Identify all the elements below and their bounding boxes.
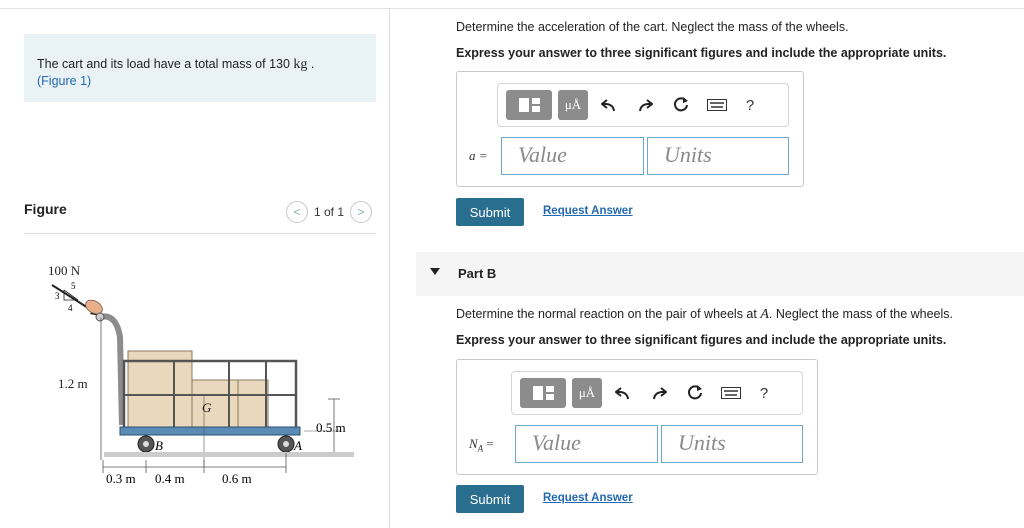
part-b-question-text: Determine the normal reaction on the pai… <box>456 307 761 321</box>
part-a-var-label: a = <box>469 148 488 163</box>
height-label: 1.2 m <box>58 376 88 391</box>
next-figure-button[interactable]: > <box>350 201 372 223</box>
part-b-question-text-end: . Neglect the mass of the wheels. <box>768 307 954 321</box>
dim-label-2: 0.4 m <box>155 471 185 486</box>
box-1 <box>127 350 193 430</box>
part-a-answer-box: μÅ ? a = Value Units <box>456 71 804 187</box>
reset-icon[interactable] <box>680 378 710 408</box>
keyboard-icon[interactable] <box>702 90 732 120</box>
part-b-title: Part B <box>458 266 497 281</box>
help-button[interactable]: ? <box>738 97 762 114</box>
right-panel: Determine the acceleration of the cart. … <box>390 0 1024 528</box>
part-b-units-input[interactable]: Units <box>661 425 803 463</box>
slope-5: 5 <box>71 281 76 291</box>
cart-diagram: 100 N 3 4 5 1.2 m G B A 0.5 m 0.3 m 0.4 … <box>48 263 354 486</box>
point-b-label: B <box>155 438 163 453</box>
pager-text: 1 of 1 <box>313 205 344 219</box>
slope-3: 3 <box>55 291 60 301</box>
part-a-submit-button[interactable]: Submit <box>456 198 524 226</box>
part-b-var-eq: = <box>483 436 494 451</box>
figure-pager: < 1 of 1 > <box>285 201 372 223</box>
part-b-question-point: A <box>760 307 769 322</box>
units-button[interactable]: μÅ <box>572 378 602 408</box>
part-b-request-answer-link[interactable]: Request Answer <box>543 492 633 504</box>
part-b-instruction: Express your answer to three significant… <box>456 333 947 347</box>
redo-icon[interactable] <box>644 378 674 408</box>
part-b-value-input[interactable]: Value <box>515 425 658 463</box>
cart-base <box>119 426 301 436</box>
problem-text: The cart and its load have a total mass … <box>37 57 294 71</box>
figure-header: Figure < 1 of 1 > <box>24 200 376 234</box>
part-b-submit-button[interactable]: Submit <box>456 485 524 513</box>
collapse-caret-icon[interactable] <box>430 268 440 275</box>
templates-icon[interactable] <box>506 90 552 120</box>
figure-title: Figure <box>24 201 67 217</box>
units-button[interactable]: μÅ <box>558 90 588 120</box>
ground <box>104 452 354 457</box>
clearance-label: 0.5 m <box>316 420 346 435</box>
templates-icon[interactable] <box>520 378 566 408</box>
problem-text-end: . <box>307 57 315 71</box>
part-a-toolbar: μÅ ? <box>497 83 789 127</box>
box-3 <box>237 379 269 430</box>
slope-4: 4 <box>68 303 73 313</box>
cart-figure: 100 N 3 4 5 1.2 m G B A 0.5 m 0.3 m 0.4 … <box>24 255 376 495</box>
part-b-var-main: N <box>469 436 478 451</box>
part-b-answer-box: μÅ ? NA = Value Units <box>456 359 818 475</box>
handle-grip <box>95 312 105 322</box>
part-a-units-input[interactable]: Units <box>647 137 789 175</box>
part-a-value-input[interactable]: Value <box>501 137 644 175</box>
box-2 <box>191 379 239 430</box>
left-panel: The cart and its load have a total mass … <box>0 0 390 528</box>
wheel-a-hub <box>283 441 289 447</box>
mass-unit: kg <box>293 57 308 72</box>
reset-icon[interactable] <box>666 90 696 120</box>
force-label: 100 N <box>48 263 81 278</box>
dim-label-3: 0.6 m <box>222 471 252 486</box>
point-g-label: G <box>202 400 212 415</box>
figure-link[interactable]: (Figure 1) <box>37 74 91 88</box>
part-b-var-label: NA = <box>469 436 494 454</box>
part-a-request-answer-link[interactable]: Request Answer <box>543 205 633 217</box>
help-button[interactable]: ? <box>752 385 776 402</box>
undo-icon[interactable] <box>594 90 624 120</box>
wheel-b-hub <box>143 441 149 447</box>
prev-figure-button[interactable]: < <box>285 201 308 223</box>
part-a-instruction: Express your answer to three significant… <box>456 46 947 60</box>
part-a-question: Determine the acceleration of the cart. … <box>456 20 849 34</box>
dim-label-1: 0.3 m <box>106 471 136 486</box>
undo-icon[interactable] <box>608 378 638 408</box>
part-b-toolbar: μÅ ? <box>511 371 803 415</box>
part-b-question: Determine the normal reaction on the pai… <box>456 307 953 323</box>
problem-statement: The cart and its load have a total mass … <box>24 34 376 102</box>
keyboard-icon[interactable] <box>716 378 746 408</box>
part-b-header[interactable]: Part B <box>416 252 1024 296</box>
point-a-label: A <box>293 438 302 453</box>
cart-handle <box>99 313 125 426</box>
redo-icon[interactable] <box>630 90 660 120</box>
